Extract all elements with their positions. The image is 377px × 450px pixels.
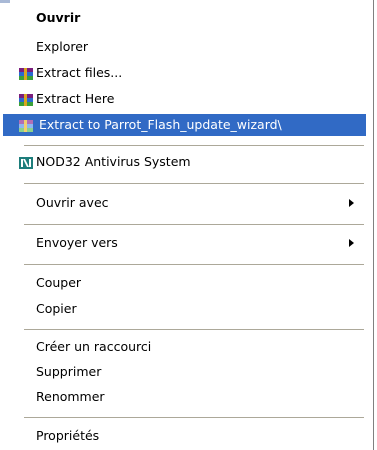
winrar-icon [18,118,34,132]
menu-item-label: NOD32 Antivirus System [36,154,191,169]
menu-item-couper[interactable]: Couper [0,272,366,294]
nod32-icon [18,155,34,169]
menu-separator [24,183,364,184]
menu-item-label: Renommer [36,389,105,404]
winrar-icon [18,66,34,80]
menu-separator [24,329,364,330]
menu-separator [24,417,364,418]
menu-item-ouvrir-avec[interactable]: Ouvrir avec [0,192,366,214]
menu-item-copier[interactable]: Copier [0,298,366,320]
menu-item-explorer[interactable]: Explorer [0,36,366,58]
menu-item-label: Supprimer [36,364,102,379]
menu-separator [24,224,364,225]
menu-item-label: Extract files... [36,65,123,80]
menu-item-ouvrir[interactable]: Ouvrir [0,7,366,29]
menu-item-supprimer[interactable]: Supprimer [0,361,366,383]
menu-item-label: Créer un raccourci [36,339,152,354]
menu-item-label: Couper [36,275,82,290]
menu-item-label: Copier [36,301,77,316]
menu-item-label: Explorer [36,39,89,54]
menu-item-label: Envoyer vers [36,235,118,250]
menu-item-creer-raccourci[interactable]: Créer un raccourci [0,336,366,358]
menu-item-nod32[interactable]: NOD32 Antivirus System [0,151,366,173]
menu-item-envoyer-vers[interactable]: Envoyer vers [0,232,366,254]
menu-item-extract-here[interactable]: Extract Here [0,88,366,110]
menu-separator [24,145,364,146]
menu-item-label: Extract Here [36,91,115,106]
winrar-icon [18,92,34,106]
context-menu: Ouvrir Explorer Extract files... Extract… [0,0,377,450]
menu-item-label: Propriétés [36,428,100,443]
submenu-arrow-icon [349,239,354,247]
menu-item-label: Extract to Parrot_Flash_update_wizard\ [39,117,282,132]
menu-item-renommer[interactable]: Renommer [0,386,366,408]
submenu-arrow-icon [349,199,354,207]
menu-item-label: Ouvrir avec [36,195,109,210]
menu-item-proprietes[interactable]: Propriétés [0,425,366,447]
menu-separator [24,264,364,265]
menu-item-extract-files[interactable]: Extract files... [0,62,366,84]
menu-item-label: Ouvrir [36,10,81,25]
menu-item-extract-to-folder[interactable]: Extract to Parrot_Flash_update_wizard\ [3,114,366,136]
